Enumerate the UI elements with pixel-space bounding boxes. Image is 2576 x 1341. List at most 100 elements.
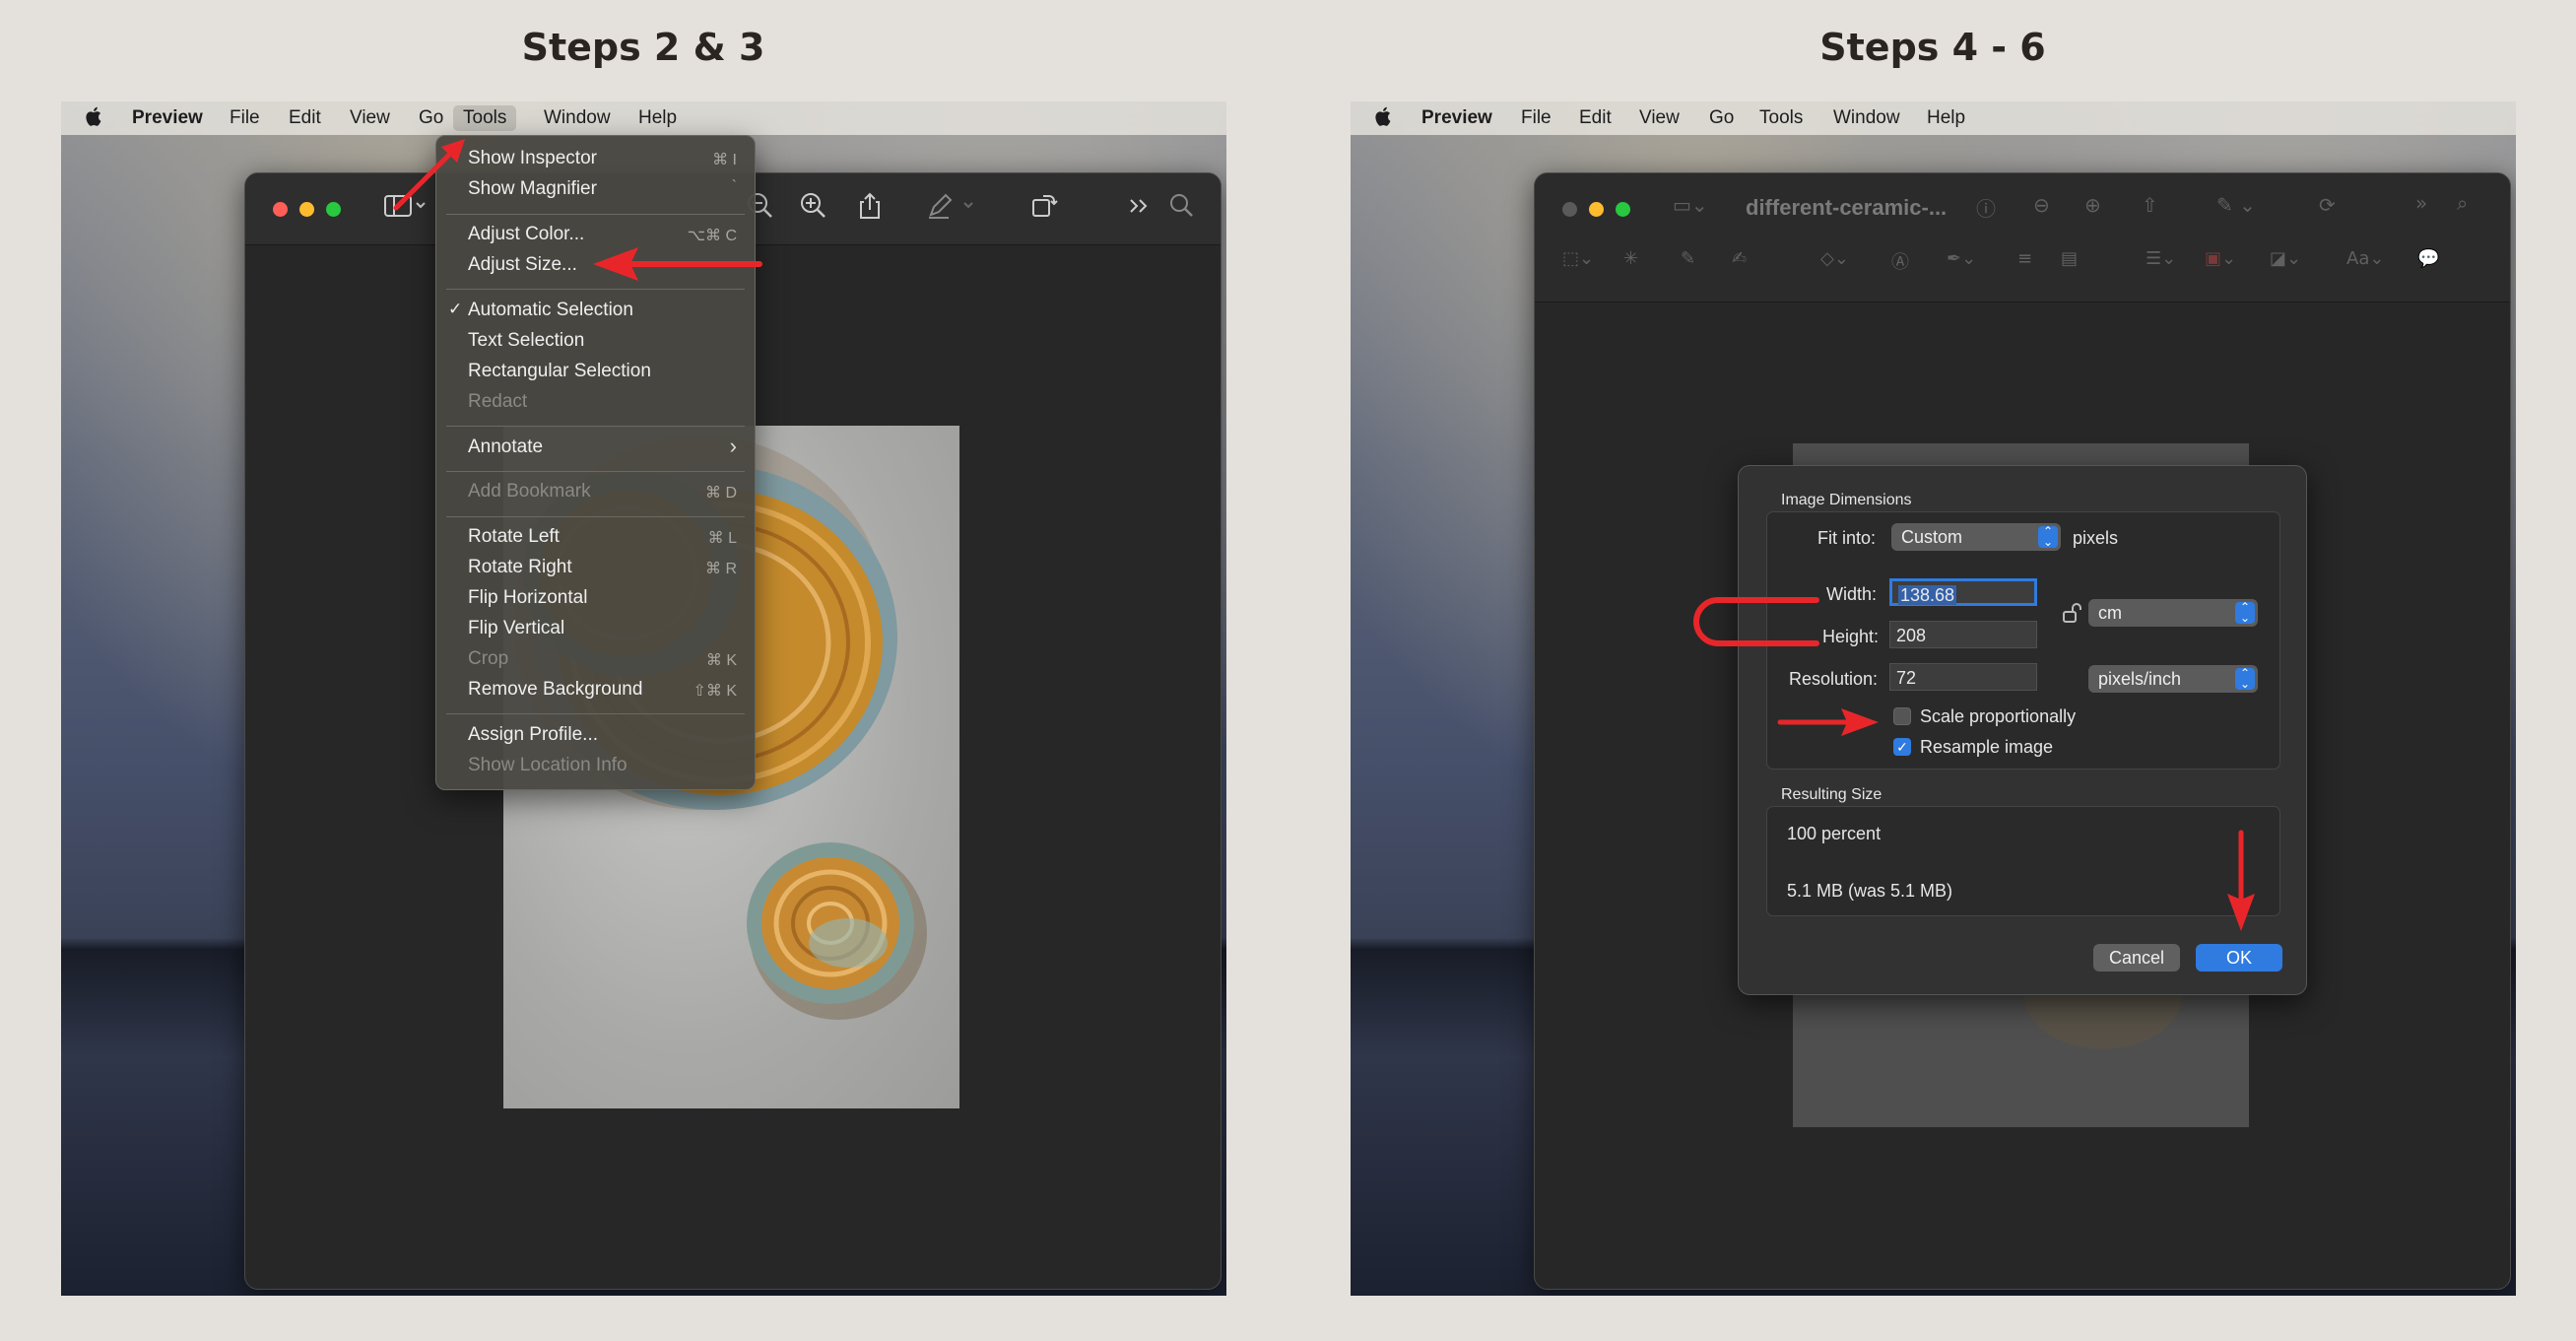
search-icon[interactable]: [1167, 191, 1197, 228]
unit-value: cm: [2098, 603, 2122, 623]
window-title: different-ceramic-...: [1746, 195, 1948, 220]
menu-tools[interactable]: Tools: [1759, 107, 1803, 129]
markup-icon[interactable]: ✎ ⌄: [2216, 193, 2256, 217]
menu-edit[interactable]: Edit: [1579, 107, 1612, 129]
menu-separator: [446, 516, 745, 517]
shapes-icon[interactable]: ◇⌄: [1820, 248, 1849, 269]
close-button[interactable]: [273, 202, 288, 217]
minimize-button[interactable]: [299, 202, 314, 217]
menu-item-flip-horizontal[interactable]: Flip Horizontal: [468, 587, 587, 609]
resolution-label: Resolution:: [1789, 669, 1879, 689]
close-button[interactable]: [1562, 202, 1577, 217]
markup-icon[interactable]: [925, 191, 976, 228]
comment-icon[interactable]: 💬: [2417, 248, 2439, 269]
width-value: 138.68: [1898, 585, 1957, 605]
more-icon[interactable]: »: [2415, 191, 2427, 215]
text-icon[interactable]: Ⓐ: [1891, 248, 1909, 274]
menu-separator: [446, 426, 745, 427]
chevron-updown-icon: ⌃ ⌄: [2235, 601, 2255, 624]
menu-view[interactable]: View: [350, 107, 390, 129]
menu-preview[interactable]: Preview: [132, 107, 203, 129]
resolution-value: 72: [1896, 668, 1917, 688]
menu-separator: [446, 713, 745, 714]
resolution-field[interactable]: 72: [1889, 663, 2037, 691]
sign-icon[interactable]: ✒⌄: [1947, 248, 1976, 269]
arrow-to-adjust-size: [593, 247, 762, 281]
menu-view[interactable]: View: [1639, 107, 1680, 129]
menu-window[interactable]: Window: [1833, 107, 1900, 129]
share-icon[interactable]: [856, 191, 884, 228]
resolution-unit-popup[interactable]: pixels/inch ⌃ ⌄: [2088, 665, 2258, 693]
menu-item-annotate[interactable]: Annotate: [468, 436, 543, 458]
menu-window[interactable]: Window: [544, 107, 611, 129]
scale-proportionally-checkbox[interactable]: [1893, 707, 1911, 725]
shortcut: ⌘ K: [705, 652, 737, 669]
zoom-in-icon[interactable]: ⊕: [2084, 193, 2101, 217]
height-value: 208: [1896, 626, 1927, 645]
search-icon[interactable]: ⌕: [2457, 191, 2468, 215]
menu-item-assign-profile[interactable]: Assign Profile...: [468, 724, 598, 746]
border-color-icon[interactable]: ▣⌄: [2205, 248, 2236, 269]
checkmark-icon: ✓: [448, 300, 463, 318]
menu-item-remove-background[interactable]: Remove Background: [468, 679, 642, 701]
menu-item-adjust-color[interactable]: Adjust Color...: [468, 224, 584, 245]
resulting-size-heading: Resulting Size: [1781, 786, 1882, 803]
unit-popup[interactable]: cm ⌃ ⌄: [2088, 599, 2258, 627]
tools-menu: Show Inspector ⌘ I Show Magnifier ` Adju…: [435, 135, 756, 790]
menu-file[interactable]: File: [230, 107, 260, 129]
share-icon[interactable]: ⇧: [2142, 193, 2158, 217]
menu-edit[interactable]: Edit: [289, 107, 321, 129]
apple-icon[interactable]: [1374, 105, 1394, 133]
right-step-title: Steps 4 - 6: [1819, 26, 2046, 69]
sketch-icon[interactable]: ✎: [1681, 248, 1695, 269]
menu-item-text-selection[interactable]: Text Selection: [468, 330, 584, 352]
ok-button[interactable]: OK: [2196, 944, 2282, 972]
apple-icon[interactable]: [85, 105, 104, 133]
menu-go[interactable]: Go: [1709, 107, 1734, 129]
cancel-button[interactable]: Cancel: [2093, 944, 2180, 972]
menu-preview[interactable]: Preview: [1421, 107, 1492, 129]
zoom-out-icon[interactable]: ⊖: [2033, 193, 2050, 217]
right-menubar: Preview File Edit View Go Tools Window H…: [1351, 101, 2516, 135]
menu-item-rotate-right[interactable]: Rotate Right: [468, 557, 572, 578]
shortcut: ⌘ D: [705, 485, 737, 502]
rotate-icon[interactable]: [1029, 191, 1059, 228]
instant-alpha-icon[interactable]: ✳: [1623, 248, 1638, 269]
scale-proportionally-label: Scale proportionally: [1920, 706, 2077, 726]
page-icon[interactable]: ▤: [2061, 248, 2078, 269]
more-icon[interactable]: [1126, 191, 1154, 228]
draw-icon[interactable]: ✍: [1732, 248, 1747, 269]
menu-help[interactable]: Help: [638, 107, 677, 129]
rotate-icon[interactable]: ⟳: [2319, 193, 2336, 217]
selection-tool-icon[interactable]: ⬚⌄: [1562, 248, 1594, 269]
zoom-button[interactable]: [326, 202, 341, 217]
sidebar-icon[interactable]: ▭⌄: [1673, 193, 1708, 217]
zoom-in-icon[interactable]: [799, 191, 828, 228]
fit-into-popup[interactable]: Custom ⌃ ⌄: [1891, 523, 2061, 551]
height-field[interactable]: 208: [1889, 621, 2037, 648]
line-style-icon[interactable]: ☰⌄: [2146, 248, 2176, 269]
menu-separator: [446, 289, 745, 290]
resulting-size-group: 100 percent 5.1 MB (was 5.1 MB): [1766, 806, 2280, 916]
fill-color-icon[interactable]: ◪⌄: [2270, 248, 2301, 269]
menu-file[interactable]: File: [1521, 107, 1552, 129]
menu-item-flip-vertical[interactable]: Flip Vertical: [468, 618, 564, 639]
resample-image-checkbox[interactable]: ✓: [1893, 738, 1911, 756]
minimize-button[interactable]: [1589, 202, 1604, 217]
menu-item-adjust-size[interactable]: Adjust Size...: [468, 254, 577, 276]
fit-into-value: Custom: [1901, 527, 1963, 547]
image-dimensions-heading: Image Dimensions: [1781, 492, 1912, 508]
right-screenshot: Preview File Edit View Go Tools Window H…: [1351, 101, 2516, 1296]
note-icon[interactable]: ≡: [2017, 248, 2032, 269]
unlock-icon[interactable]: [2061, 601, 2082, 630]
menu-separator: [446, 471, 745, 472]
info-icon[interactable]: ⓘ: [1976, 193, 1996, 222]
text-style-icon[interactable]: Aa⌄: [2346, 248, 2384, 269]
menu-item-automatic-selection[interactable]: Automatic Selection: [468, 300, 633, 321]
width-field[interactable]: 138.68: [1889, 578, 2037, 606]
zoom-button[interactable]: [1616, 202, 1630, 217]
menu-help[interactable]: Help: [1927, 107, 1965, 129]
menu-item-rotate-left[interactable]: Rotate Left: [468, 526, 560, 548]
resample-image-label: Resample image: [1920, 737, 2054, 757]
menu-item-rectangular-selection[interactable]: Rectangular Selection: [468, 361, 651, 382]
